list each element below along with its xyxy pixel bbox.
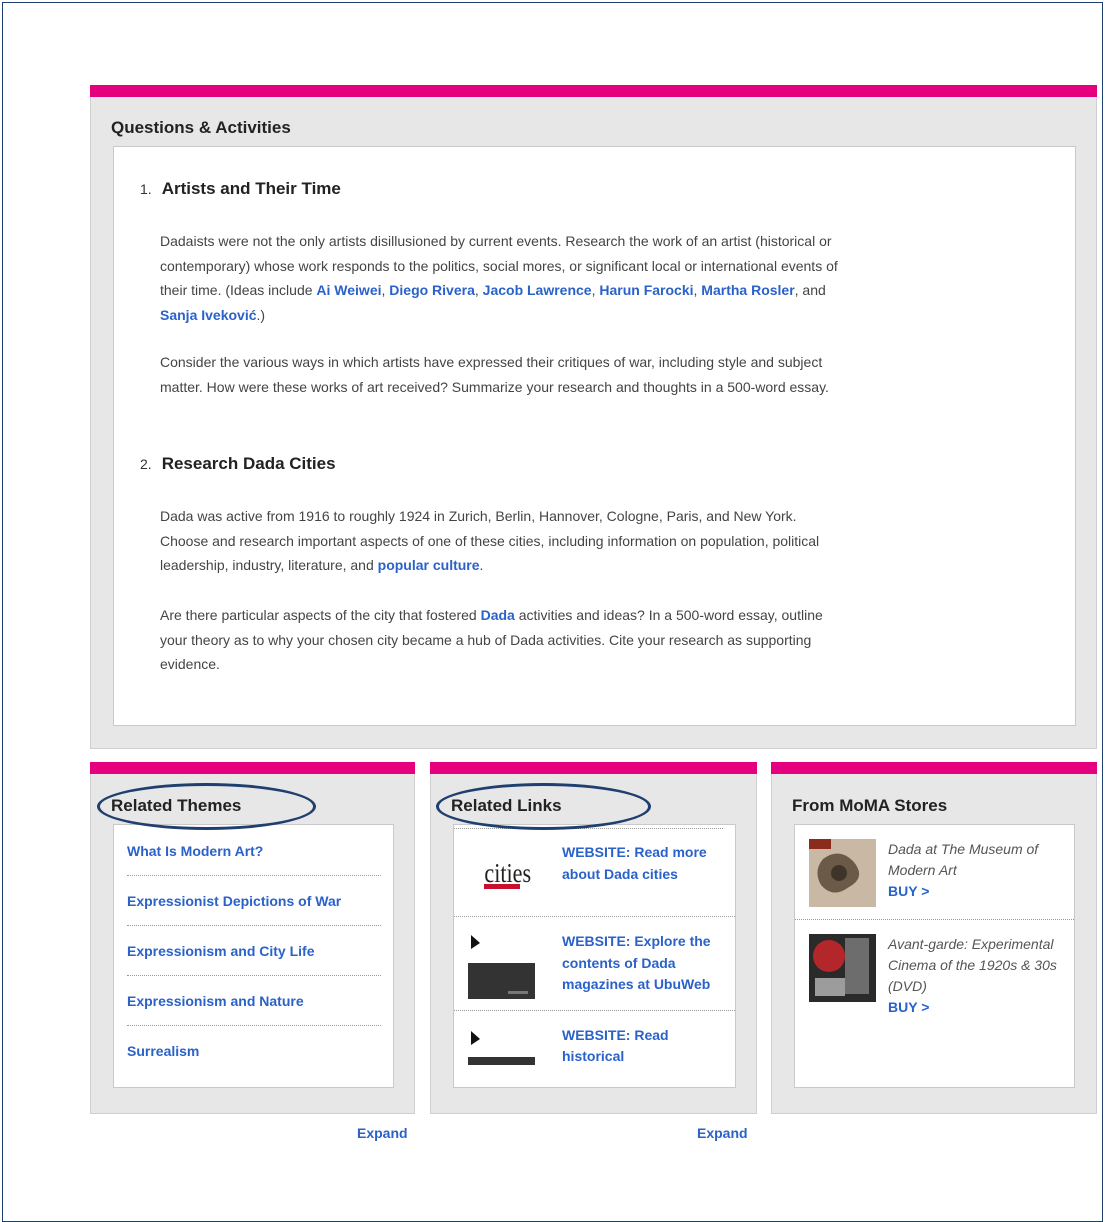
ubuweb-thumbnail[interactable] bbox=[468, 931, 535, 999]
link-sanja-ivekovic[interactable]: Sanja Iveković bbox=[160, 307, 257, 323]
list-item: cities WEBSITE: Read more about Dada cit… bbox=[454, 829, 735, 917]
list-item: Expressionist Depictions of War bbox=[127, 876, 381, 926]
link-dada[interactable]: Dada bbox=[481, 607, 515, 623]
store-item-text: Dada at The Museum of Modern Art BUY > bbox=[888, 839, 1062, 907]
accent-bar bbox=[90, 762, 415, 774]
question-1-paragraph-1: Dadaists were not the only artists disil… bbox=[160, 233, 838, 323]
buy-button[interactable]: BUY > bbox=[888, 881, 1062, 902]
themes-expand-link[interactable]: Expand bbox=[357, 1125, 408, 1141]
link-harun-farocki[interactable]: Harun Farocki bbox=[599, 282, 693, 298]
link-item-text[interactable]: WEBSITE: Explore the contents of Dada ma… bbox=[562, 931, 723, 996]
accent-bar bbox=[90, 85, 1097, 97]
list-item: Surrealism bbox=[127, 1026, 381, 1075]
list-item: WEBSITE: Explore the contents of Dada ma… bbox=[454, 917, 735, 1011]
links-expand-link[interactable]: Expand bbox=[697, 1125, 748, 1141]
link-ai-weiwei[interactable]: Ai Weiwei bbox=[316, 282, 381, 298]
list-item: Dada at The Museum of Modern Art BUY > bbox=[795, 825, 1074, 920]
themes-list: What Is Modern Art? Expressionist Depict… bbox=[114, 825, 393, 1075]
link-item-text[interactable]: WEBSITE: Read historical bbox=[562, 1025, 723, 1085]
link-item-text[interactable]: WEBSITE: Read more about Dada cities bbox=[562, 842, 723, 902]
theme-link[interactable]: What Is Modern Art? bbox=[127, 843, 263, 859]
buy-button[interactable]: BUY > bbox=[888, 997, 1062, 1018]
panel-title: From MoMA Stores bbox=[792, 796, 948, 815]
questions-content: 1. Artists and Their Time Dadaists were n… bbox=[113, 146, 1076, 726]
theme-link[interactable]: Expressionism and City Life bbox=[127, 943, 315, 959]
list-item: Expressionism and Nature bbox=[127, 976, 381, 1026]
links-list-box: cities WEBSITE: Read more about Dada cit… bbox=[453, 824, 736, 1088]
question-1-paragraph-2: Consider the various ways in which artis… bbox=[160, 354, 829, 395]
avant-garde-dvd-cover[interactable] bbox=[809, 934, 876, 1002]
list-item: Avant-garde: Experimental Cinema of the … bbox=[795, 920, 1074, 1030]
link-diego-rivera[interactable]: Diego Rivera bbox=[389, 282, 475, 298]
list-item: WEBSITE: Read historical bbox=[454, 1011, 735, 1088]
list-item: What Is Modern Art? bbox=[127, 825, 381, 876]
accent-bar bbox=[430, 762, 757, 774]
question-2-paragraph-1: Dada was active from 1916 to roughly 192… bbox=[160, 508, 820, 573]
link-martha-rosler[interactable]: Martha Rosler bbox=[701, 282, 794, 298]
questions-activities-panel: Questions & Activities 1. Artists and The… bbox=[90, 85, 1097, 749]
question-2-paragraph-2: Are there particular aspects of the city… bbox=[160, 607, 823, 672]
theme-link[interactable]: Expressionism and Nature bbox=[127, 993, 304, 1009]
link-popular-culture[interactable]: popular culture bbox=[378, 557, 480, 573]
accent-bar bbox=[771, 762, 1097, 774]
themes-list-box: What Is Modern Art? Expressionist Depict… bbox=[113, 824, 394, 1088]
store-item-title: Dada at The Museum of Modern Art bbox=[888, 841, 1039, 878]
dada-book-cover[interactable] bbox=[809, 839, 876, 907]
moma-stores-panel: From MoMA Stores Dada at The Museum of M… bbox=[771, 762, 1097, 1114]
store-item-text: Avant-garde: Experimental Cinema of the … bbox=[888, 934, 1062, 1018]
annotation-ellipse-themes bbox=[97, 783, 316, 830]
theme-link[interactable]: Surrealism bbox=[127, 1043, 199, 1059]
question-2-title: 2. Research Dada Cities bbox=[140, 454, 336, 473]
cities-thumbnail[interactable]: cities bbox=[468, 842, 535, 902]
stores-list-box: Dada at The Museum of Modern Art BUY > A… bbox=[794, 824, 1075, 1088]
store-item-title: Avant-garde: Experimental Cinema of the … bbox=[888, 936, 1057, 994]
list-item: Expressionism and City Life bbox=[127, 926, 381, 976]
panel-title: Questions & Activities bbox=[111, 118, 291, 137]
link-jacob-lawrence[interactable]: Jacob Lawrence bbox=[483, 282, 592, 298]
annotation-ellipse-links bbox=[436, 783, 651, 830]
historical-thumbnail[interactable] bbox=[468, 1025, 535, 1085]
question-1-title: 1. Artists and Their Time bbox=[140, 179, 341, 198]
theme-link[interactable]: Expressionist Depictions of War bbox=[127, 893, 341, 909]
